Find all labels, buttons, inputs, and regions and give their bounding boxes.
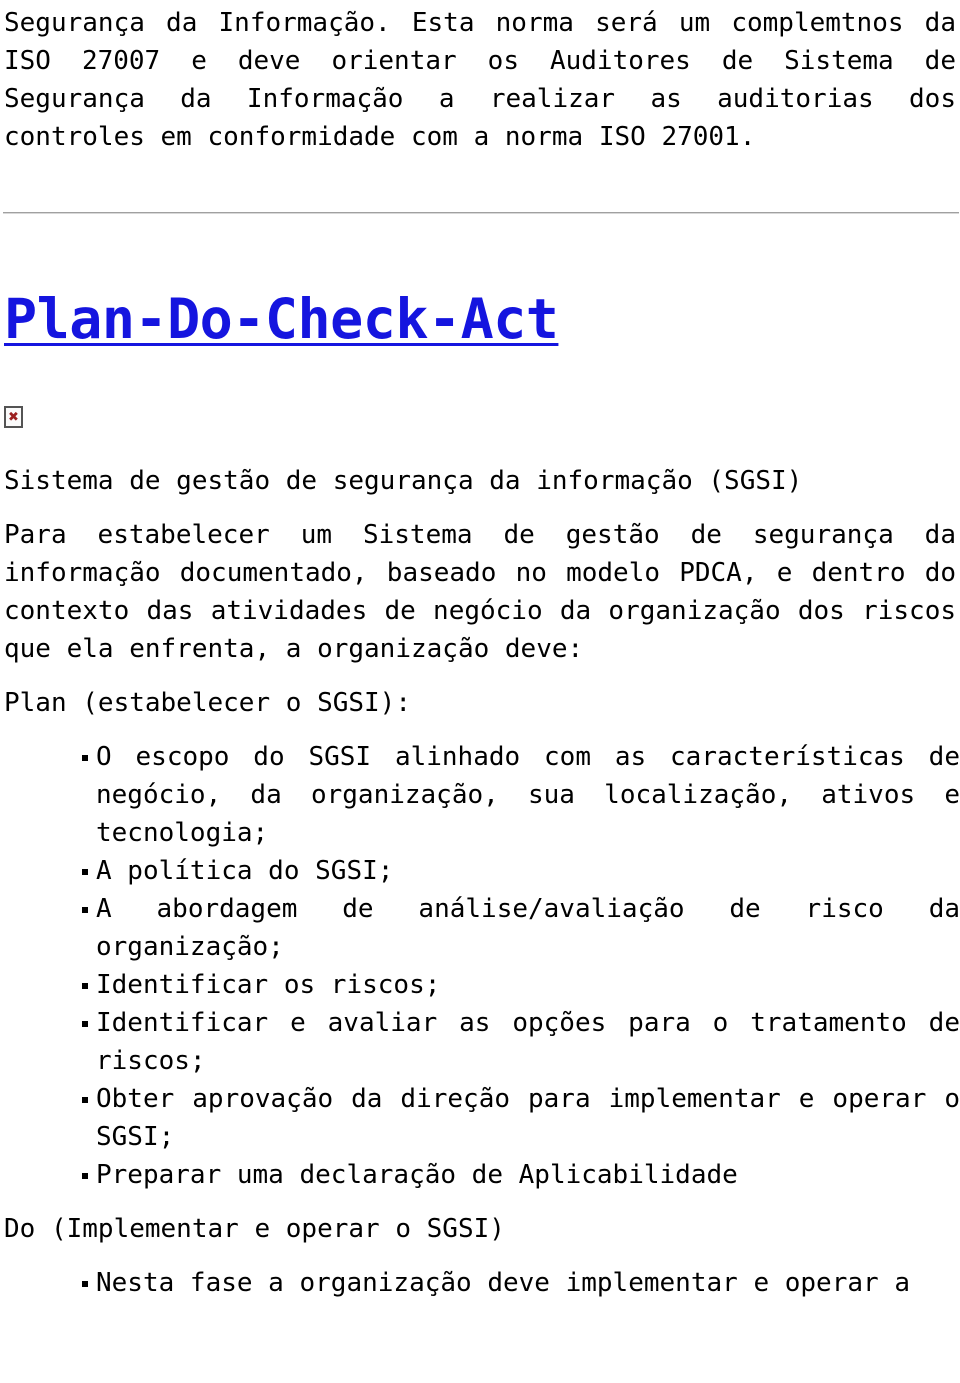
document-page: Segurança da Informação. Esta norma será… bbox=[0, 4, 960, 1383]
spacer-before-plan-list bbox=[4, 722, 956, 738]
list-item: Obter aprovação da direção para implemen… bbox=[76, 1080, 960, 1156]
spacer-after-heading bbox=[4, 350, 956, 406]
broken-image-x-icon: ✖ bbox=[8, 409, 19, 425]
plan-do-check-act-link[interactable]: Plan-Do-Check-Act bbox=[4, 288, 559, 350]
spacer-before-do bbox=[4, 1194, 956, 1210]
broken-image-wrapper: ✖ bbox=[4, 406, 956, 428]
list-item: Identificar os riscos; bbox=[76, 966, 960, 1004]
do-bullet-list: Nesta fase a organização deve implementa… bbox=[76, 1264, 960, 1302]
spacer-before-do-list bbox=[4, 1248, 956, 1264]
spacer-before-heading bbox=[4, 214, 956, 288]
do-phase-label: Do (Implementar e operar o SGSI) bbox=[4, 1214, 505, 1244]
section-title: Sistema de gestão de segurança da inform… bbox=[4, 466, 803, 496]
list-item: A política do SGSI; bbox=[76, 852, 960, 890]
spacer-before-plan bbox=[4, 668, 956, 684]
spacer-after-image bbox=[4, 428, 956, 462]
list-item: O escopo do SGSI alinhado com as caracte… bbox=[76, 738, 960, 852]
list-item: Nesta fase a organização deve implementa… bbox=[76, 1264, 960, 1302]
intro-paragraph: Segurança da Informação. Esta norma será… bbox=[4, 8, 956, 152]
plan-phase-label: Plan (estabelecer o SGSI): bbox=[4, 688, 411, 718]
heading-block: Plan-Do-Check-Act bbox=[4, 288, 956, 350]
broken-image-icon: ✖ bbox=[4, 406, 23, 428]
spacer-before-rule bbox=[4, 156, 956, 212]
spacer-after-section-title bbox=[4, 500, 956, 516]
list-item: Identificar e avaliar as opções para o t… bbox=[76, 1004, 960, 1080]
list-item: A abordagem de análise/avaliação de risc… bbox=[76, 890, 960, 966]
plan-bullet-list: O escopo do SGSI alinhado com as caracte… bbox=[76, 738, 960, 1194]
lead-paragraph: Para estabelecer um Sistema de gestão de… bbox=[4, 520, 956, 664]
list-item: Preparar uma declaração de Aplicabilidad… bbox=[76, 1156, 960, 1194]
